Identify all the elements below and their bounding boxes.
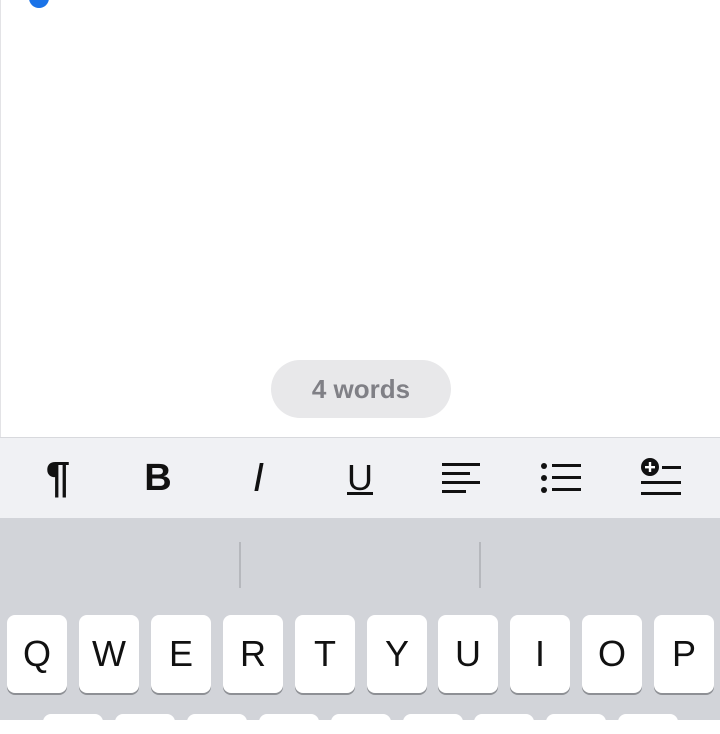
- key-f[interactable]: [259, 714, 319, 734]
- key-k[interactable]: [546, 714, 606, 734]
- insert-button[interactable]: [631, 438, 691, 518]
- key-label: Q: [22, 633, 51, 674]
- underline-button[interactable]: U: [330, 438, 390, 518]
- bulleted-list-icon: [541, 463, 581, 493]
- key-i[interactable]: I: [510, 615, 570, 693]
- suggestion-divider: [239, 542, 241, 588]
- on-screen-keyboard: Q W E R T Y U I O P: [0, 518, 720, 734]
- key-t[interactable]: T: [295, 615, 355, 693]
- key-label: U: [455, 633, 481, 674]
- key-label: T: [314, 633, 336, 674]
- key-j[interactable]: [474, 714, 534, 734]
- suggestion-divider: [479, 542, 481, 588]
- key-a[interactable]: [43, 714, 103, 734]
- bulleted-list-button[interactable]: [531, 438, 591, 518]
- align-button[interactable]: [431, 438, 491, 518]
- key-label: P: [671, 633, 696, 674]
- key-label: Y: [384, 633, 409, 674]
- italic-icon: I: [253, 456, 265, 500]
- underline-icon: U: [347, 457, 373, 498]
- insert-plus-list-icon: [641, 458, 681, 495]
- word-count-badge[interactable]: 4 words: [271, 360, 451, 418]
- key-e[interactable]: E: [151, 615, 211, 693]
- format-toolbar: ¶ B I U: [0, 437, 720, 518]
- bold-icon: B: [144, 457, 172, 499]
- key-s[interactable]: [115, 714, 175, 734]
- key-label: R: [240, 633, 266, 674]
- key-u[interactable]: U: [438, 615, 498, 693]
- document-editor[interactable]: 4 words: [0, 0, 720, 437]
- key-r[interactable]: R: [223, 615, 283, 693]
- bold-button[interactable]: B: [128, 438, 188, 518]
- word-count-label: 4 words: [311, 373, 411, 404]
- key-d[interactable]: [187, 714, 247, 734]
- key-p[interactable]: P: [654, 615, 714, 693]
- key-y[interactable]: Y: [367, 615, 427, 693]
- key-label: I: [534, 633, 545, 674]
- key-h[interactable]: [403, 714, 463, 734]
- key-label: E: [168, 633, 193, 674]
- paragraph-style-button[interactable]: ¶: [28, 438, 88, 518]
- key-g[interactable]: [331, 714, 391, 734]
- key-o[interactable]: O: [582, 615, 642, 693]
- italic-button[interactable]: I: [229, 438, 289, 518]
- key-label: W: [92, 633, 126, 674]
- align-left-icon: [442, 463, 480, 493]
- key-label: O: [597, 633, 626, 674]
- cursor-handle[interactable]: [29, 0, 49, 8]
- key-l[interactable]: [618, 714, 678, 734]
- key-w[interactable]: W: [79, 615, 139, 693]
- key-q[interactable]: Q: [7, 615, 67, 693]
- pilcrow-icon: ¶: [45, 453, 71, 502]
